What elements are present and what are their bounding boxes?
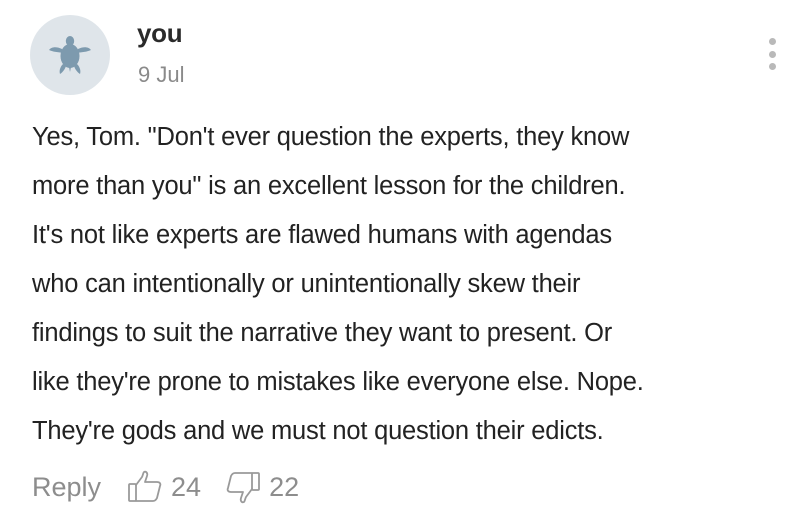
upvote-count: 24 [171, 471, 202, 502]
thumbs-down-icon [226, 472, 260, 504]
thumbs-up-icon [128, 470, 162, 502]
avatar[interactable] [30, 15, 110, 95]
turtle-icon [49, 36, 91, 74]
more-options-icon[interactable] [762, 38, 782, 70]
author-name[interactable]: you [137, 18, 183, 49]
reply-button[interactable]: Reply [32, 472, 101, 503]
dot [768, 63, 776, 70]
dot [768, 38, 776, 45]
comment-body: Yes, Tom. "Don't ever question the exper… [32, 123, 644, 445]
upvote-button[interactable]: 24 [127, 470, 201, 504]
dot [768, 50, 776, 58]
downvote-count: 22 [269, 471, 300, 502]
downvote-button[interactable]: 22 [225, 470, 299, 504]
comment-date: 9 Jul [138, 62, 185, 87]
comment-card: you 9 Jul Yes, Tom. "Don't ever question… [0, 0, 800, 527]
comment-actions: Reply 24 22 [32, 465, 323, 509]
